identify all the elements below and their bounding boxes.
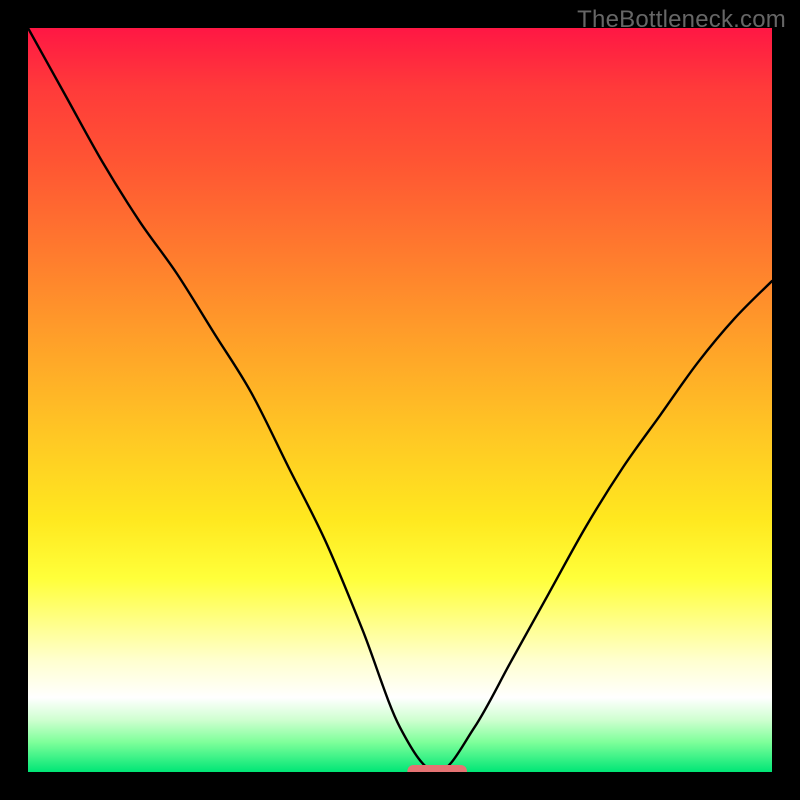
bottleneck-curve-path — [28, 28, 772, 772]
watermark-text: TheBottleneck.com — [577, 6, 786, 34]
bottleneck-chart — [28, 28, 772, 772]
minimum-marker — [407, 765, 467, 772]
chart-svg — [28, 28, 772, 772]
